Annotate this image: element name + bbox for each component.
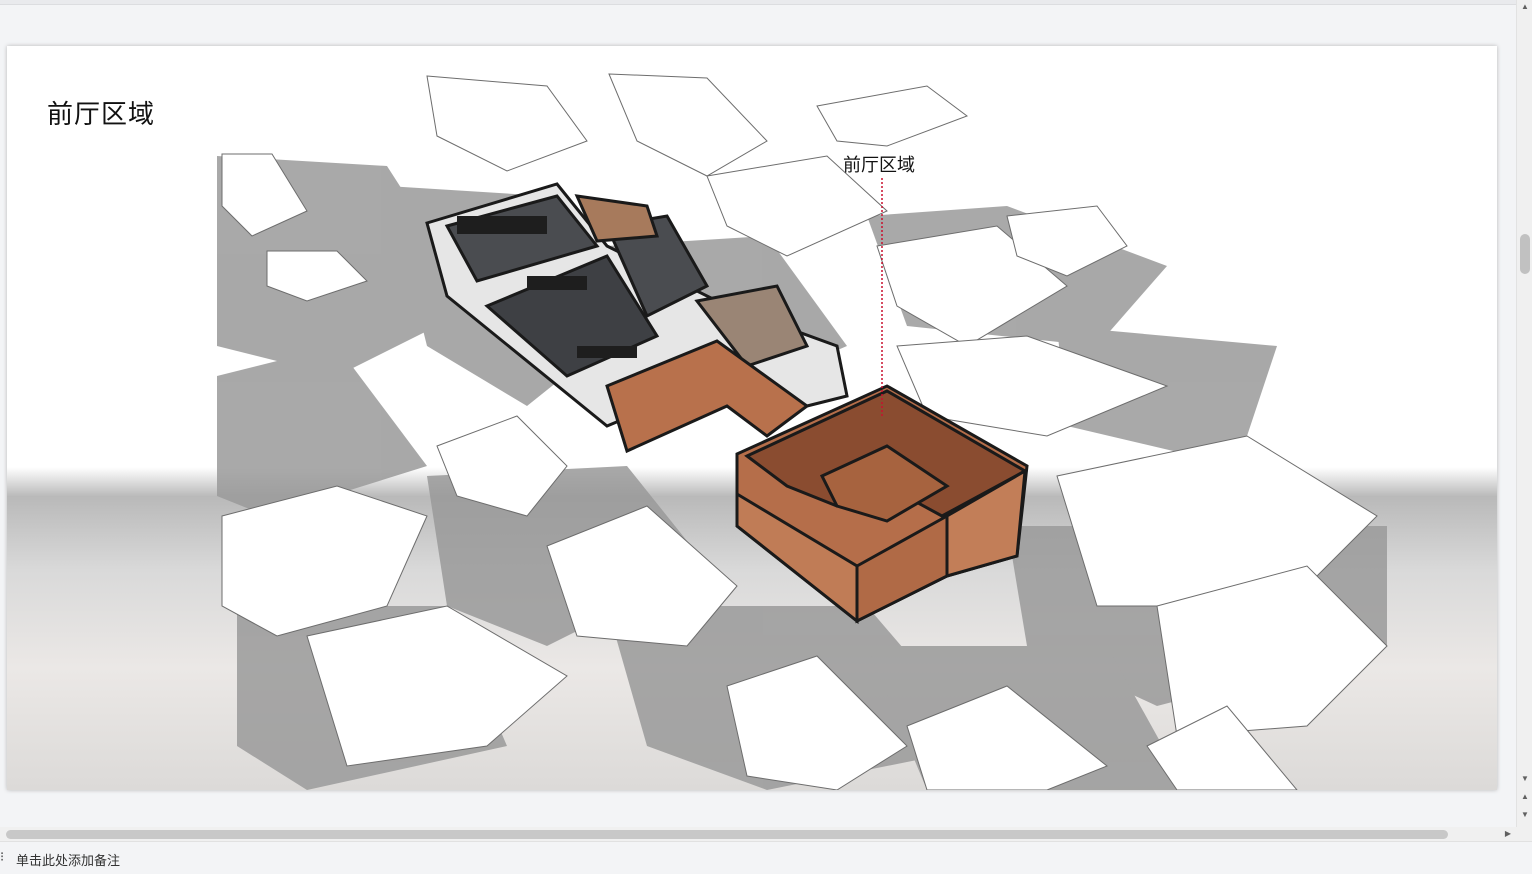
architecture-rendering — [7, 46, 1497, 790]
notes-pane[interactable]: ⁝ 单击此处添加备注 — [0, 841, 1532, 874]
scroll-right-icon[interactable]: ▶ — [1502, 827, 1514, 841]
vertical-scroll-thumb[interactable] — [1520, 234, 1530, 274]
horizontal-scroll-thumb[interactable] — [6, 830, 1448, 839]
slide[interactable]: 前厅区域 前厅区域 — [7, 46, 1497, 790]
callout-label[interactable]: 前厅区域 — [843, 151, 915, 177]
scrollbar-corner — [1516, 827, 1532, 841]
scroll-up-icon[interactable]: ▲ — [1517, 0, 1532, 14]
scroll-down-icon[interactable]: ▼ — [1517, 772, 1532, 786]
horizontal-scrollbar[interactable]: ▶ — [0, 827, 1516, 841]
slide-canvas-area: 前厅区域 前厅区域 — [0, 5, 1516, 827]
next-slide-icon[interactable]: ▼ — [1517, 808, 1532, 822]
notes-placeholder[interactable]: 单击此处添加备注 — [16, 850, 120, 869]
slide-title[interactable]: 前厅区域 — [47, 94, 155, 131]
notes-icon: ⁝ — [0, 849, 5, 864]
vertical-scrollbar[interactable]: ▲ ▼ ▲ ▼ — [1516, 0, 1532, 827]
previous-slide-icon[interactable]: ▲ — [1517, 790, 1532, 804]
